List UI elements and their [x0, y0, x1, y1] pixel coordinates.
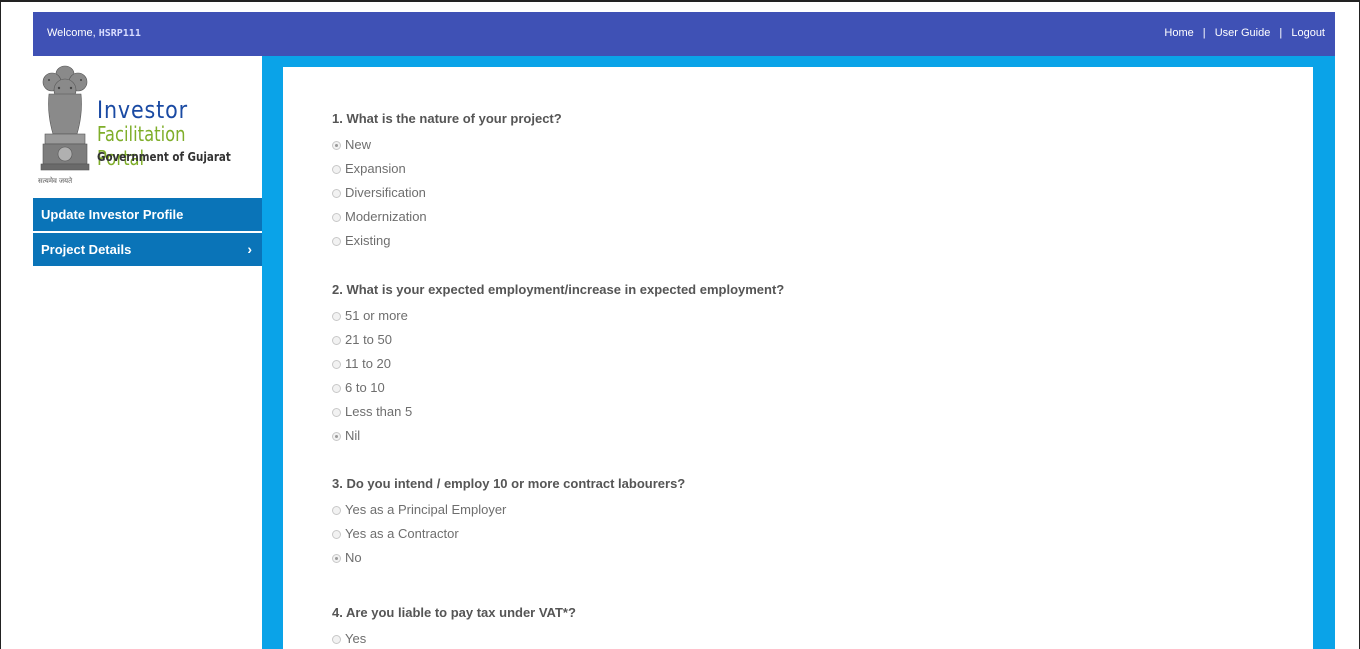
radio-option-6-to-10[interactable]: 6 to 10	[332, 376, 784, 400]
radio-icon[interactable]	[332, 408, 341, 417]
radio-icon[interactable]	[332, 506, 341, 515]
radio-option-nil[interactable]: Nil	[332, 424, 784, 448]
ashoka-emblem-icon	[40, 65, 90, 171]
username: HSRP111	[98, 28, 141, 39]
radio-option-21-to-50[interactable]: 21 to 50	[332, 328, 784, 352]
sidebar-item-label: Update Investor Profile	[41, 207, 184, 222]
option-label: New	[345, 137, 372, 152]
option-label: Yes	[345, 631, 367, 646]
option-label: Diversification	[345, 185, 426, 200]
radio-option-less-than-5[interactable]: Less than 5	[332, 400, 784, 424]
radio-selected-icon[interactable]	[332, 432, 341, 441]
option-label: Existing	[345, 233, 391, 248]
questionnaire-panel: 1. What is the nature of your project? N…	[283, 67, 1313, 649]
option-label: Modernization	[345, 209, 427, 224]
radio-icon[interactable]	[332, 635, 341, 644]
option-label: 21 to 50	[345, 332, 392, 347]
portal-logo[interactable]: सत्यमेव जयते Investor Facilitation Porta…	[33, 56, 262, 197]
sidebar-item-project-details[interactable]: Project Details ›	[33, 233, 262, 266]
question-title: 1. What is the nature of your project?	[332, 111, 562, 126]
home-link[interactable]: Home	[1164, 27, 1193, 39]
radio-option-diversification[interactable]: Diversification	[332, 181, 562, 205]
option-label: Nil	[345, 428, 361, 443]
welcome-label: Welcome,	[47, 27, 96, 39]
sidebar: सत्यमेव जयते Investor Facilitation Porta…	[33, 56, 262, 649]
welcome-message: Welcome, HSRP111	[47, 27, 141, 39]
radio-option-new[interactable]: New	[332, 133, 562, 157]
radio-option-principal-employer[interactable]: Yes as a Principal Employer	[332, 498, 685, 522]
radio-option-51-or-more[interactable]: 51 or more	[332, 304, 784, 328]
radio-option-expansion[interactable]: Expansion	[332, 157, 562, 181]
radio-icon[interactable]	[332, 237, 341, 246]
option-label: Expansion	[345, 161, 406, 176]
question-title: 4. Are you liable to pay tax under VAT*?	[332, 605, 576, 620]
logo-subtitle-government: Government of Gujarat	[97, 150, 231, 164]
user-guide-link[interactable]: User Guide	[1215, 27, 1271, 39]
radio-option-no[interactable]: No	[332, 546, 685, 570]
radio-option-modernization[interactable]: Modernization	[332, 205, 562, 229]
emblem-caption: सत्यमेव जयते	[38, 178, 73, 185]
radio-icon[interactable]	[332, 384, 341, 393]
radio-selected-icon[interactable]	[332, 554, 341, 563]
radio-icon[interactable]	[332, 165, 341, 174]
question-vat-liability: 4. Are you liable to pay tax under VAT*?…	[332, 603, 576, 649]
radio-icon[interactable]	[332, 189, 341, 198]
radio-option-yes[interactable]: Yes	[332, 627, 576, 649]
radio-icon[interactable]	[332, 360, 341, 369]
option-label: Less than 5	[345, 404, 413, 419]
question-title: 3. Do you intend / employ 10 or more con…	[332, 476, 686, 491]
radio-option-11-to-20[interactable]: 11 to 20	[332, 352, 784, 376]
option-label: 51 or more	[345, 308, 408, 323]
chevron-right-icon: ›	[247, 241, 252, 257]
logout-link[interactable]: Logout	[1291, 27, 1325, 39]
radio-option-existing[interactable]: Existing	[332, 229, 562, 253]
top-links: Home | User Guide | Logout	[1164, 27, 1325, 39]
logo-title-investor: Investor	[97, 96, 188, 124]
top-bar: Welcome, HSRP111 Home | User Guide | Logo…	[33, 12, 1335, 56]
option-label: 11 to 20	[345, 356, 392, 371]
option-label: No	[345, 550, 362, 565]
question-title: 2. What is your expected employment/incr…	[332, 282, 785, 297]
question-project-nature: 1. What is the nature of your project? N…	[332, 109, 562, 253]
radio-icon[interactable]	[332, 213, 341, 222]
sidebar-item-update-investor-profile[interactable]: Update Investor Profile	[33, 198, 262, 231]
radio-icon[interactable]	[332, 530, 341, 539]
sidebar-item-label: Project Details	[41, 242, 132, 257]
question-expected-employment: 2. What is your expected employment/incr…	[332, 280, 784, 448]
radio-icon[interactable]	[332, 312, 341, 321]
radio-selected-icon[interactable]	[332, 141, 341, 150]
question-contract-labourers: 3. Do you intend / employ 10 or more con…	[332, 474, 685, 570]
portal-page: Welcome, HSRP111 Home | User Guide | Logo…	[33, 12, 1335, 649]
radio-icon[interactable]	[332, 336, 341, 345]
option-label: Yes as a Principal Employer	[345, 502, 507, 517]
link-separator: |	[1279, 27, 1283, 39]
link-separator: |	[1202, 27, 1206, 39]
option-label: Yes as a Contractor	[345, 526, 459, 541]
radio-option-contractor[interactable]: Yes as a Contractor	[332, 522, 685, 546]
option-label: 6 to 10	[345, 380, 385, 395]
